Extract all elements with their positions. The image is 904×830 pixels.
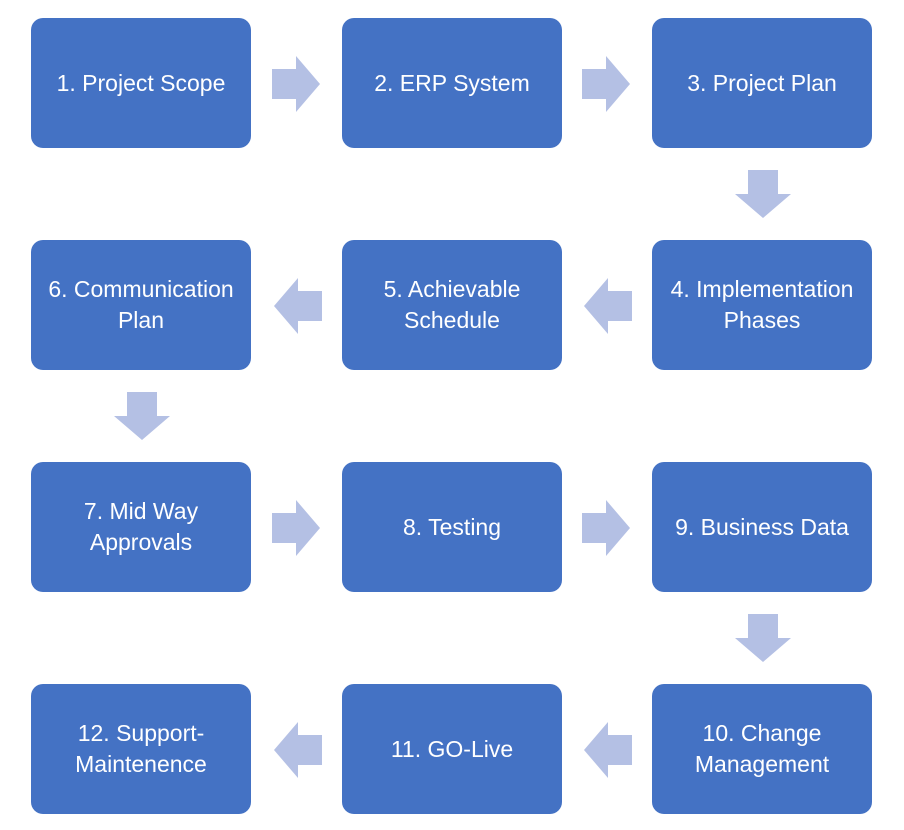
step-box-10: 10. Change Management bbox=[652, 684, 872, 814]
step-label: 11. GO-Live bbox=[390, 735, 514, 762]
step-label: 1. Project Scope bbox=[56, 69, 226, 96]
arrow-left-icon bbox=[584, 722, 632, 778]
step-box-9: 9. Business Data bbox=[652, 462, 872, 592]
arrow-down-icon bbox=[735, 614, 791, 662]
step-label: 7. Mid Way Approvals bbox=[83, 498, 199, 555]
step-label: 10. Change Management bbox=[694, 720, 830, 777]
step-label: 6. Communication Plan bbox=[48, 276, 234, 333]
arrow-right-icon bbox=[582, 500, 630, 556]
arrow-left-icon bbox=[274, 278, 322, 334]
step-box-1: 1. Project Scope bbox=[31, 18, 251, 148]
step-label: 12. Support-Maintenence bbox=[75, 720, 207, 777]
step-box-2: 2. ERP System bbox=[342, 18, 562, 148]
arrow-right-icon bbox=[272, 500, 320, 556]
arrow-right-icon bbox=[272, 56, 320, 112]
step-label: 8. Testing bbox=[402, 513, 502, 540]
arrow-down-icon bbox=[735, 170, 791, 218]
step-box-4: 4. Implementation Phases bbox=[652, 240, 872, 370]
step-box-6: 6. Communication Plan bbox=[31, 240, 251, 370]
step-box-3: 3. Project Plan bbox=[652, 18, 872, 148]
step-label: 9. Business Data bbox=[675, 513, 849, 540]
step-box-12: 12. Support-Maintenence bbox=[31, 684, 251, 814]
arrow-down-icon bbox=[114, 392, 170, 440]
arrow-left-icon bbox=[274, 722, 322, 778]
step-box-8: 8. Testing bbox=[342, 462, 562, 592]
step-box-5: 5. Achievable Schedule bbox=[342, 240, 562, 370]
step-box-11: 11. GO-Live bbox=[342, 684, 562, 814]
step-label: 4. Implementation Phases bbox=[670, 276, 854, 333]
step-label: 3. Project Plan bbox=[687, 69, 837, 96]
step-label: 5. Achievable Schedule bbox=[383, 276, 521, 333]
arrow-right-icon bbox=[582, 56, 630, 112]
arrow-left-icon bbox=[584, 278, 632, 334]
step-box-7: 7. Mid Way Approvals bbox=[31, 462, 251, 592]
step-label: 2. ERP System bbox=[374, 69, 530, 96]
